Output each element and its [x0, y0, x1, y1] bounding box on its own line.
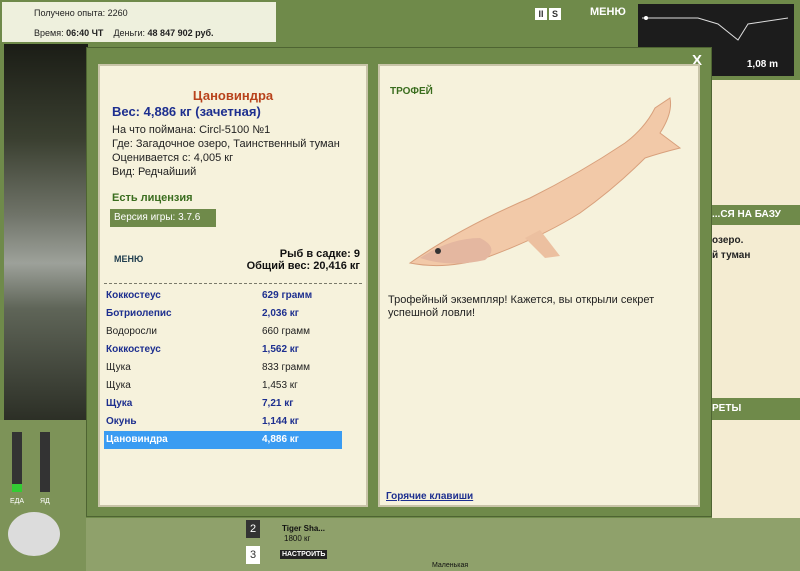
catch-row[interactable]: Щука 833 грамм — [104, 359, 342, 377]
cage-summary: Рыб в садке: 9 Общий вес: 20,416 кг — [247, 248, 360, 272]
cage-count: Рыб в садке: 9 — [279, 248, 360, 260]
trophy-description: Трофейный экземпляр! Кажется, вы открыли… — [388, 294, 655, 319]
money-label: Деньги: — [113, 28, 146, 38]
hotkeys-link[interactable]: Горячие клавиши — [386, 491, 473, 502]
catch-weight: 833 грамм — [262, 362, 310, 373]
catch-name: Щука — [106, 380, 131, 391]
game-version: Версия игры: 3.7.6 — [110, 209, 216, 227]
top-menu-button[interactable]: МЕНЮ — [590, 6, 626, 18]
fog-label: й туман — [712, 250, 751, 261]
lure-weight: 1800 кг — [284, 534, 311, 543]
lake-scene — [4, 44, 88, 422]
secrets-label: РЕТЫ — [712, 403, 742, 414]
catch-row[interactable]: Окунь 1,144 кг — [104, 413, 342, 431]
eat-bar — [12, 432, 22, 492]
menu-label: МЕНЮ — [590, 6, 626, 18]
bottom-left-panel: ЕДА ЯД — [0, 420, 86, 571]
fish-image — [408, 97, 682, 267]
money-value: 48 847 902 руб. — [147, 28, 214, 38]
catch-location: Где: Загадочное озеро, Таинственный тума… — [112, 138, 340, 150]
slot-3[interactable]: 3 — [246, 546, 260, 564]
time-label: Время: — [34, 28, 64, 38]
catch-row[interactable]: Коккостеус 1,562 кг — [104, 341, 342, 359]
catch-name: Водоросли — [106, 326, 157, 337]
go-base-button[interactable]: ...СЯ НА БАЗУ — [712, 205, 800, 225]
poison-bar — [40, 432, 50, 492]
catch-name: Окунь — [106, 416, 137, 427]
catch-weight: 1,562 кг — [262, 344, 299, 355]
right-panel: ...СЯ НА БАЗУ озеро. й туман РЕТЫ — [712, 80, 800, 520]
catch-name: Коккостеус — [106, 290, 161, 301]
pot-icon[interactable] — [8, 512, 60, 556]
catch-weight: 2,036 кг — [262, 308, 299, 319]
depth-value: 1,08 m — [746, 59, 778, 70]
catch-name: Цановиндра — [106, 434, 168, 445]
fish-weight: Вес: 4,886 кг (зачетная) — [112, 104, 261, 119]
catch-weight: 629 грамм — [262, 290, 313, 301]
catch-row[interactable]: Цановиндра 4,886 кг — [104, 431, 342, 449]
lure-name: Tiger Sha... — [282, 524, 325, 533]
catch-weight: 660 грамм — [262, 326, 310, 337]
catch-weight: 1,144 кг — [262, 416, 299, 427]
slot-2[interactable]: 2 — [246, 520, 260, 538]
dialog-menu-button[interactable]: МЕНЮ — [114, 254, 143, 264]
catch-row[interactable]: Ботриолепис 2,036 кг — [104, 305, 342, 323]
small-label: Маленькая — [432, 562, 469, 569]
lake-label: озеро. — [712, 235, 744, 246]
divider — [104, 283, 362, 284]
poison-label: ЯД — [40, 498, 50, 505]
total-weight: Общий вес: 20,416 кг — [246, 260, 360, 272]
pause-button[interactable]: II — [535, 8, 547, 20]
catch-value: Оценивается с: 4,005 кг — [112, 152, 234, 164]
status-bar: Получено опыта: 2260 Время: 06:40 ЧТ Ден… — [0, 0, 278, 44]
bottom-bar: 2 3 Tiger Sha... 1800 кг НАСТРОИТЬ Мален… — [86, 518, 800, 571]
catch-name: Щука — [106, 362, 131, 373]
catch-name: Коккостеус — [106, 344, 161, 355]
catch-weight: 7,21 кг — [262, 398, 294, 409]
secrets-button[interactable]: РЕТЫ — [712, 398, 800, 420]
catch-row[interactable]: Водоросли 660 грамм — [104, 323, 342, 341]
license-status: Есть лицензия — [112, 192, 193, 204]
fish-info-panel: Цановиндра Вес: 4,886 кг (зачетная) На ч… — [98, 64, 368, 507]
xp-label: Получено опыта: — [34, 8, 106, 18]
fish-kind: Вид: Редчайший — [112, 166, 197, 178]
fish-name: Цановиндра — [192, 88, 274, 103]
eat-label: ЕДА — [10, 498, 25, 505]
catch-list: Коккостеус 629 грамм Ботриолепис 2,036 кг Во… — [104, 287, 342, 449]
catch-name: Ботриолепис — [106, 308, 172, 319]
catch-row[interactable]: Щука 1,453 кг — [104, 377, 342, 395]
catch-row[interactable]: Коккостеус 629 грамм — [104, 287, 342, 305]
trophy-panel: ТРОФЕЙ Трофейный экземпляр! Кажется, вы … — [378, 64, 700, 507]
top-icons: II S — [535, 4, 563, 22]
go-base-label: ...СЯ НА БАЗУ — [712, 209, 781, 220]
xp-value: 2260 — [107, 8, 128, 18]
time-value: 06:40 ЧТ — [66, 28, 104, 38]
sound-button[interactable]: S — [549, 8, 561, 20]
catch-weight: 4,886 кг — [262, 434, 299, 445]
catch-name: Щука — [106, 398, 133, 409]
catch-weight: 1,453 кг — [262, 380, 298, 391]
caught-with: На что поймана: Circl-5100 №1 — [112, 124, 271, 136]
configure-button[interactable]: НАСТРОИТЬ — [280, 550, 328, 559]
catch-row[interactable]: Щука 7,21 кг — [104, 395, 342, 413]
